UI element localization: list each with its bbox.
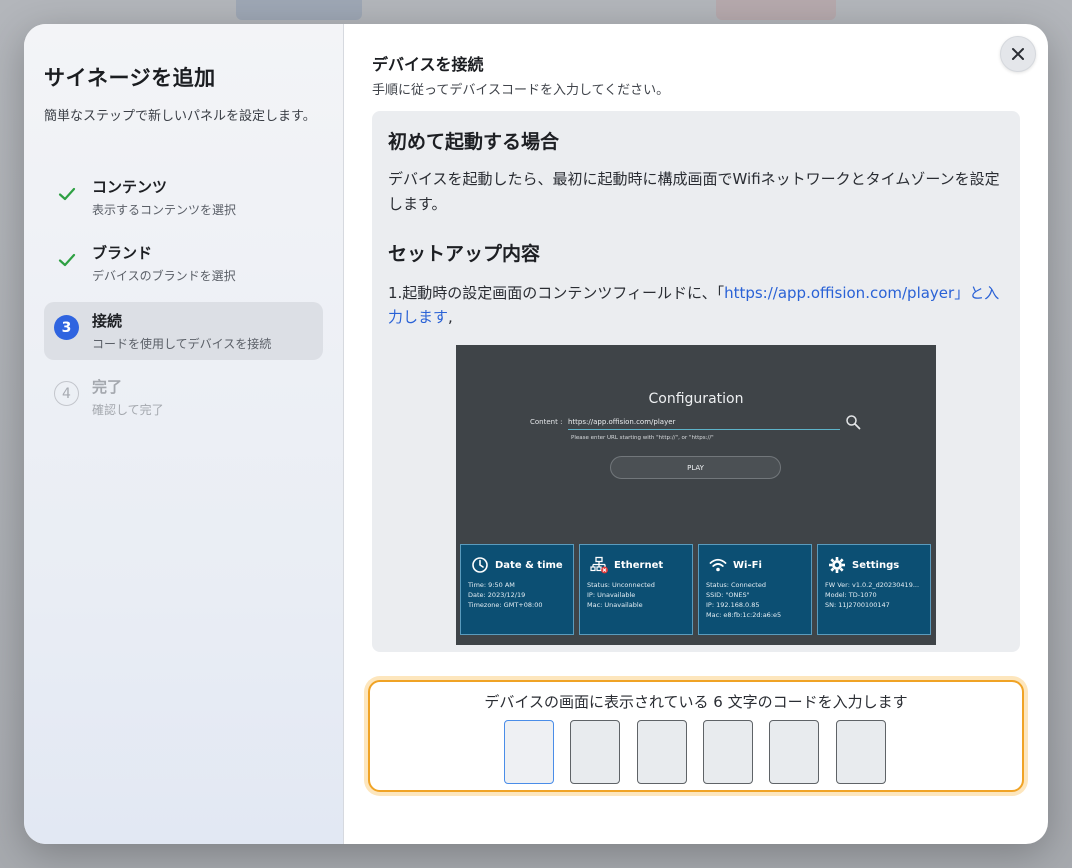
- tile-line: SSID: "ONES": [706, 591, 750, 599]
- step-number-badge: 3: [54, 315, 79, 340]
- tile-wifi: Wi-Fi Status: Connected SSID: "ONES" IP:…: [698, 544, 812, 635]
- sidebar-title: サイネージを追加: [44, 66, 216, 90]
- check-icon: [54, 247, 79, 272]
- step-subtitle: 表示するコンテンツを選択: [92, 203, 237, 217]
- step-subtitle: 確認して完了: [92, 403, 164, 417]
- step-complete[interactable]: 4 完了 確認して完了: [44, 368, 323, 426]
- setup-text: 1.起動時の設定画面のコンテンツフィールドに、「https://app.offi…: [388, 281, 1008, 329]
- close-icon: [1012, 48, 1024, 60]
- tile-line: Date: 2023/12/19: [468, 591, 526, 599]
- step-brand[interactable]: ブランド デバイスのブランドを選択: [44, 234, 323, 292]
- first-launch-heading: 初めて起動する場合: [388, 131, 560, 153]
- search-icon: [846, 415, 861, 430]
- step-title: コンテンツ: [92, 178, 168, 196]
- code-digit-2[interactable]: [570, 720, 620, 784]
- tile-details: Status: Connected SSID: "ONES" IP: 192.1…: [706, 580, 781, 620]
- configuration-screenshot: Configuration Content : https://app.offi…: [456, 345, 936, 645]
- first-launch-text: デバイスを起動したら、最初に起動時に構成画面でWifiネットワークとタイムゾーン…: [388, 170, 1000, 213]
- wizard-sidebar: サイネージを追加 簡単なステップで新しいパネルを設定します。 コンテンツ 表示す…: [24, 24, 344, 844]
- wifi-icon: [709, 558, 727, 572]
- clock-icon: [472, 557, 488, 573]
- step-connect[interactable]: 3 接続 コードを使用してデバイスを接続: [44, 302, 323, 360]
- add-signage-modal: サイネージを追加 簡単なステップで新しいパネルを設定します。 コンテンツ 表示す…: [24, 24, 1048, 844]
- sidebar-description: 簡単なステップで新しいパネルを設定します。: [44, 109, 316, 124]
- step-title: 接続: [92, 312, 123, 330]
- ethernet-icon: [590, 556, 608, 574]
- tile-line: Mac: Unavailable: [587, 601, 643, 609]
- tile-ethernet: Ethernet Status: Unconnected IP: Unavail…: [579, 544, 693, 635]
- setup-text-suffix: ,: [448, 308, 453, 326]
- section-subtitle: 手順に従ってデバイスコードを入力してください。: [372, 83, 670, 98]
- code-digit-3[interactable]: [637, 720, 687, 784]
- section-title: デバイスを接続: [372, 55, 484, 74]
- tile-details: Time: 9:50 AM Date: 2023/12/19 Timezone:…: [468, 580, 542, 610]
- tile-settings: Settings FW Ver: v1.0.2_d20230419... Mod…: [817, 544, 931, 635]
- step-title: ブランド: [92, 244, 153, 262]
- config-hint: Please enter URL starting with "http://"…: [571, 435, 714, 441]
- step-content[interactable]: コンテンツ 表示するコンテンツを選択: [44, 168, 323, 226]
- tile-details: FW Ver: v1.0.2_d20230419... Model: TD-10…: [825, 580, 919, 610]
- close-button[interactable]: [1000, 36, 1036, 72]
- step-title: 完了: [92, 378, 123, 396]
- config-content-field: https://app.offision.com/player: [568, 416, 840, 430]
- tile-line: IP: 192.168.0.85: [706, 601, 760, 609]
- code-digit-6[interactable]: [836, 720, 886, 784]
- tile-line: Model: TD-1070: [825, 591, 877, 599]
- tile-line: FW Ver: v1.0.2_d20230419...: [825, 581, 920, 589]
- tile-title: Wi-Fi: [733, 559, 762, 571]
- tile-line: Timezone: GMT+08:00: [468, 601, 543, 609]
- backdrop-tab: [236, 0, 362, 20]
- setup-text-prefix: 1.起動時の設定画面のコンテンツフィールドに、「: [388, 284, 725, 302]
- config-play-button: PLAY: [610, 456, 781, 479]
- config-content-label: Content :: [530, 418, 563, 426]
- gear-icon: [829, 557, 845, 573]
- tile-title: Ethernet: [614, 559, 664, 571]
- code-digit-5[interactable]: [769, 720, 819, 784]
- wizard-main: デバイスを接続 手順に従ってデバイスコードを入力してください。 初めて起動する場…: [344, 24, 1048, 844]
- config-title: Configuration: [648, 391, 744, 407]
- code-digit-1[interactable]: [504, 720, 554, 784]
- code-digit-4[interactable]: [703, 720, 753, 784]
- tile-line: Time: 9:50 AM: [468, 581, 515, 589]
- instructions-panel: 初めて起動する場合 デバイスを起動したら、最初に起動時に構成画面でWifiネット…: [372, 111, 1020, 652]
- setup-heading: セットアップ内容: [388, 243, 541, 265]
- tile-line: Mac: e8:fb:1c:2d:a6:e5: [706, 611, 782, 619]
- tile-date-time: Date & time Time: 9:50 AM Date: 2023/12/…: [460, 544, 574, 635]
- device-code-entry: デバイスの画面に表示されている 6 文字のコードを入力します: [368, 680, 1024, 792]
- tile-line: Status: Connected: [706, 581, 766, 589]
- tile-line: IP: Unavailable: [587, 591, 636, 599]
- step-subtitle: デバイスのブランドを選択: [92, 269, 236, 283]
- code-entry-label: デバイスの画面に表示されている 6 文字のコードを入力します: [484, 693, 908, 711]
- check-icon: [54, 181, 79, 206]
- backdrop-tab: [716, 0, 836, 20]
- tile-title: Settings: [852, 559, 900, 571]
- step-subtitle: コードを使用してデバイスを接続: [92, 337, 272, 351]
- tile-title: Date & time: [495, 559, 563, 571]
- tile-line: SN: 11J2700100147: [825, 601, 890, 609]
- tile-line: Status: Unconnected: [587, 581, 655, 589]
- step-number-badge: 4: [54, 381, 79, 406]
- tile-details: Status: Unconnected IP: Unavailable Mac:…: [587, 580, 655, 610]
